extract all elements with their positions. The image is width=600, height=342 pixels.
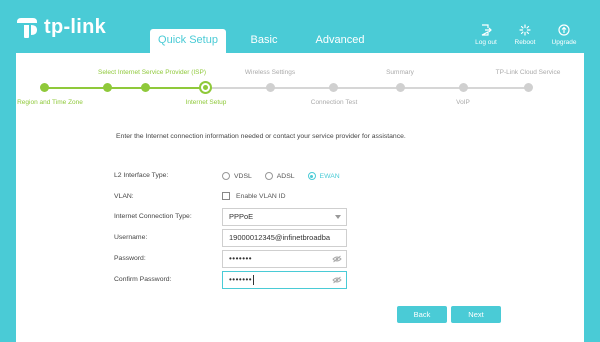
back-button[interactable]: Back [397, 306, 447, 323]
username-label: Username: [114, 234, 148, 241]
step-dot-internet-setup [199, 81, 212, 94]
chevron-down-icon [335, 215, 341, 219]
logout-icon [481, 24, 492, 36]
tab-quick-setup[interactable]: Quick Setup [150, 29, 226, 53]
tp-link-logo: tp-link [14, 16, 106, 39]
radio-adsl-label: ADSL [276, 172, 295, 180]
tp-link-logo-icon [14, 17, 40, 39]
next-button[interactable]: Next [451, 306, 501, 323]
radio-vdsl-circle [222, 172, 230, 180]
step-dot-isp [103, 83, 112, 92]
logout-label: Log out [475, 39, 497, 46]
vlan-label: VLAN: [114, 193, 134, 200]
confirm-password-label: Confirm Password: [114, 276, 172, 283]
step-dot-isp-2 [141, 83, 150, 92]
radio-vdsl-label: VDSL [234, 172, 252, 180]
intro-text: Enter the Internet connection informatio… [116, 133, 406, 140]
upgrade-icon [558, 24, 570, 36]
brand-name: tp-link [44, 16, 107, 38]
password-input[interactable]: ••••••• [222, 250, 347, 268]
confirm-password-value: ••••••• [229, 275, 253, 284]
hide-password-icon[interactable] [332, 255, 342, 263]
step-label-connection-test: Connection Test [310, 99, 358, 106]
radio-ewan-label: EWAN [319, 172, 340, 180]
connection-type-select[interactable]: PPPoE [222, 208, 347, 226]
vlan-checkbox-box [222, 192, 230, 200]
password-label: Password: [114, 255, 146, 262]
radio-ewan-circle [307, 172, 316, 180]
content-panel: Region and Time Zone Select Internet Ser… [16, 53, 584, 342]
progress-done-track [44, 87, 203, 89]
step-dot-connection-test [329, 83, 338, 92]
l2-interface-radio-group: VDSL ADSL EWAN [222, 172, 353, 180]
step-dot-summary [396, 83, 405, 92]
radio-vdsl[interactable]: VDSL [222, 172, 252, 180]
hide-confirm-password-icon[interactable] [332, 276, 342, 284]
radio-ewan[interactable]: EWAN [307, 172, 340, 180]
connection-type-label: Internet Connection Type: [114, 213, 192, 220]
main-tabs: Quick Setup Basic Advanced [150, 29, 378, 53]
step-dot-cloud [524, 83, 533, 92]
upgrade-button[interactable]: Upgrade [544, 24, 584, 46]
reboot-button[interactable]: Reboot [505, 24, 545, 46]
step-label-region: Region and Time Zone [17, 99, 83, 106]
username-value: 19000012345@infinetbroadba [229, 233, 331, 242]
step-dot-voip [459, 83, 468, 92]
step-label-voip: VoIP [456, 99, 470, 106]
upgrade-label: Upgrade [551, 39, 577, 46]
connection-type-value: PPPoE [229, 212, 254, 221]
enable-vlan-checkbox[interactable]: Enable VLAN ID [222, 192, 286, 200]
text-caret [253, 275, 255, 286]
step-dot-wireless [266, 83, 275, 92]
reboot-icon [519, 24, 531, 36]
reboot-label: Reboot [514, 39, 536, 46]
radio-adsl[interactable]: ADSL [264, 172, 295, 180]
username-input[interactable]: 19000012345@infinetbroadba [222, 229, 347, 247]
password-value: ••••••• [229, 254, 253, 263]
tab-advanced[interactable]: Advanced [302, 29, 378, 53]
vlan-checkbox-label: Enable VLAN ID [236, 192, 286, 200]
tab-basic[interactable]: Basic [226, 29, 302, 53]
step-label-summary: Summary [386, 69, 414, 76]
step-label-wireless: Wireless Settings [244, 69, 296, 76]
step-dot-region [40, 83, 49, 92]
step-label-cloud: TP-Link Cloud Service [495, 69, 561, 76]
step-label-isp: Select Internet Service Provider (ISP) [97, 69, 207, 76]
logout-button[interactable]: Log out [466, 24, 506, 46]
step-label-internet-setup: Internet Setup [185, 99, 227, 106]
progress-remaining-track [203, 87, 529, 89]
radio-adsl-circle [264, 172, 273, 180]
confirm-password-input[interactable]: ••••••• [222, 271, 347, 289]
l2-interface-label: L2 Interface Type: [114, 172, 169, 179]
